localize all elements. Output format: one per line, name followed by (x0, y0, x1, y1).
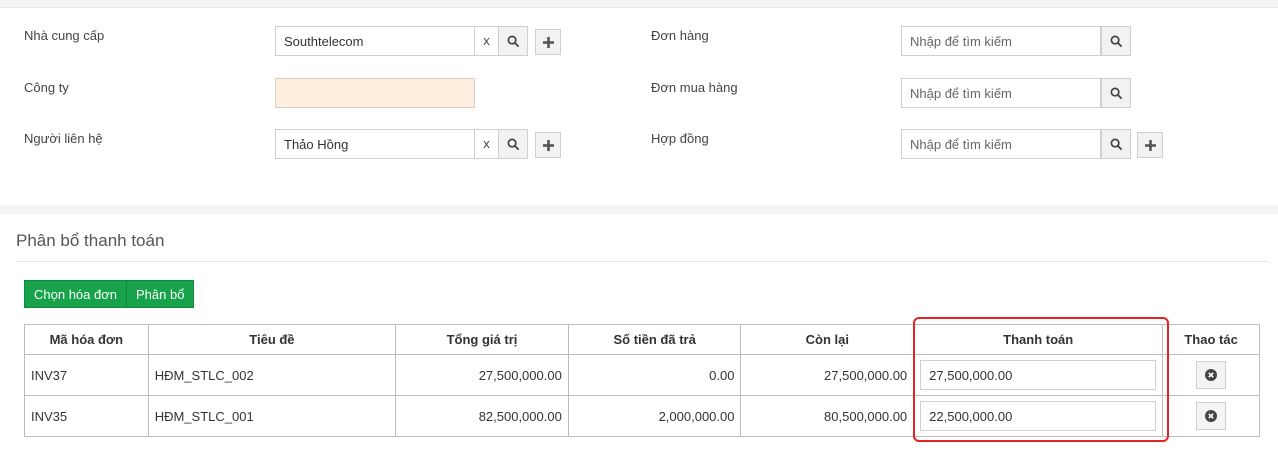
contact-search-button[interactable] (498, 129, 528, 159)
invoice-total: 27,500,000.00 (395, 354, 569, 396)
payment-cell (913, 395, 1164, 437)
plus-icon (542, 139, 554, 151)
column-header-title[interactable]: Tiêu đề (147, 324, 397, 355)
contract-search-button[interactable] (1101, 129, 1131, 159)
invoice-remaining: 27,500,000.00 (740, 354, 915, 396)
column-header-actions: Thao tác (1162, 324, 1260, 355)
invoice-total: 82,500,000.00 (395, 395, 569, 437)
supplier-input[interactable] (275, 26, 475, 56)
contract-add-button[interactable] (1137, 132, 1163, 158)
supplier-label: Nhà cung cấp (24, 28, 105, 43)
payment-allocation-panel: Phân bổ thanh toán Chọn hóa đơn Phân bổ … (0, 214, 1278, 470)
contract-label: Hợp đồng (651, 131, 709, 146)
payment-cell (913, 354, 1164, 396)
table-row: INV35 HĐM_STLC_001 82,500,000.00 2,000,0… (24, 395, 1260, 437)
search-icon (1110, 35, 1122, 47)
section-title: Phân bổ thanh toán (16, 231, 165, 250)
column-header-paid[interactable]: Số tiền đã trả (567, 324, 742, 355)
column-header-payment[interactable]: Thanh toán (913, 324, 1164, 355)
invoice-code: INV35 (24, 395, 149, 437)
invoice-paid: 0.00 (567, 354, 742, 396)
column-header-invoice[interactable]: Mã hóa đơn (24, 324, 149, 355)
purchase-order-input[interactable] (901, 78, 1101, 108)
invoice-title: HĐM_STLC_001 (147, 395, 397, 437)
purchase-order-search-button[interactable] (1101, 78, 1131, 108)
invoice-table: Mã hóa đơn Tiêu đề Tổng giá trị Số tiền … (24, 324, 1260, 437)
invoice-code: INV37 (24, 354, 149, 396)
column-header-total[interactable]: Tổng giá trị (395, 324, 569, 355)
delete-row-button[interactable] (1196, 361, 1227, 389)
supplier-search-button[interactable] (498, 26, 528, 56)
column-header-remaining[interactable]: Còn lại (740, 324, 915, 355)
invoice-title: HĐM_STLC_002 (147, 354, 397, 396)
allocate-button[interactable]: Phân bổ (126, 280, 195, 308)
contact-label: Người liên hệ (24, 131, 103, 146)
search-icon (507, 138, 519, 150)
invoice-remaining: 80,500,000.00 (740, 395, 915, 437)
contact-add-button[interactable] (535, 132, 561, 158)
contact-clear-button[interactable]: x (475, 129, 499, 159)
actions-cell (1162, 395, 1260, 437)
invoice-paid: 2,000,000.00 (567, 395, 742, 437)
purchase-order-label: Đơn mua hàng (651, 80, 738, 95)
order-input[interactable] (901, 26, 1101, 56)
plus-icon (1144, 139, 1156, 151)
payment-input[interactable] (920, 360, 1157, 390)
delete-row-button[interactable] (1196, 402, 1227, 430)
section-divider (16, 261, 1268, 262)
search-icon (1110, 138, 1122, 150)
contact-input[interactable] (275, 129, 475, 159)
supplier-add-button[interactable] (535, 29, 561, 55)
select-invoice-button[interactable]: Chọn hóa đơn (24, 280, 127, 308)
supplier-clear-button[interactable]: x (475, 26, 499, 56)
order-label: Đơn hàng (651, 28, 709, 43)
company-label: Công ty (24, 80, 69, 95)
close-circle-icon (1205, 410, 1218, 422)
table-header-row: Mã hóa đơn Tiêu đề Tổng giá trị Số tiền … (24, 324, 1260, 355)
close-circle-icon (1205, 369, 1218, 381)
order-search-button[interactable] (1101, 26, 1131, 56)
actions-cell (1162, 354, 1260, 396)
filter-panel: Nhà cung cấp x Đơn hàng Công ty Đơn mua … (0, 7, 1278, 205)
plus-icon (542, 36, 554, 48)
search-icon (507, 35, 519, 47)
contract-input[interactable] (901, 129, 1101, 159)
company-input[interactable] (275, 78, 475, 108)
table-row: INV37 HĐM_STLC_002 27,500,000.00 0.00 27… (24, 354, 1260, 396)
search-icon (1110, 87, 1122, 99)
payment-input[interactable] (920, 401, 1157, 431)
